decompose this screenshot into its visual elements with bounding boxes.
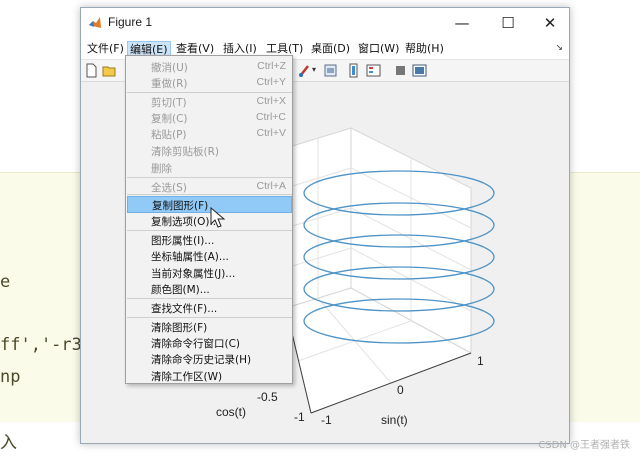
menu-item-figure-properties[interactable]: 图形属性(I)... [127, 232, 292, 248]
legend-icon[interactable] [366, 63, 381, 78]
menu-file[interactable]: 文件(F) [85, 41, 126, 58]
menu-item-label: 复制图形(F) [152, 200, 209, 212]
menu-item-label: 复制(C) [151, 113, 188, 125]
menu-separator [127, 230, 292, 231]
menu-item-label: 清除剪贴板(R) [151, 146, 219, 158]
x-axis-label: cos(t) [216, 405, 246, 419]
menu-item-label: 撤消(U) [151, 62, 188, 74]
code-line: np [0, 367, 21, 387]
new-file-icon[interactable] [84, 63, 99, 78]
dock-arrow-icon[interactable]: ↘ [555, 43, 563, 53]
edit-menu-dropdown: 撤消(U) Ctrl+Z 重做(R) Ctrl+Y 剪切(T) Ctrl+X 复… [125, 55, 293, 384]
menu-separator [127, 298, 292, 299]
menu-item-label: 剪切(T) [151, 97, 187, 109]
minimize-button[interactable]: — [439, 8, 485, 38]
menu-item-shortcut: Ctrl+Z [257, 60, 286, 72]
hide-plot-tools-icon[interactable] [393, 63, 408, 78]
menu-item-clear-command-window[interactable]: 清除命令行窗口(C) [127, 335, 292, 351]
menu-item-cut[interactable]: 剪切(T) Ctrl+X [127, 94, 292, 110]
code-line: ff','-r3 [0, 335, 82, 355]
watermark-text: CSDN @王者强者铁 [538, 440, 630, 451]
menu-item-label: 清除工作区(W) [151, 371, 223, 383]
close-icon: ✕ [543, 14, 557, 32]
y-tick-label: 0 [397, 383, 404, 397]
mouse-pointer-icon [210, 207, 226, 228]
menu-item-label: 全选(S) [151, 182, 187, 194]
menu-item-label: 删除 [151, 163, 172, 175]
menu-item-clear-workspace[interactable]: 清除工作区(W) [127, 368, 292, 384]
menu-item-delete[interactable]: 删除 [127, 160, 292, 176]
menu-separator [127, 317, 292, 318]
y-tick-label: 1 [477, 354, 484, 368]
menu-item-shortcut: Ctrl+X [256, 95, 286, 107]
brush-icon[interactable] [298, 63, 313, 78]
menu-item-shortcut: Ctrl+V [256, 127, 286, 139]
menu-window[interactable]: 窗口(W) [356, 41, 401, 58]
menu-item-shortcut: Ctrl+C [255, 111, 286, 123]
menu-item-copy[interactable]: 复制(C) Ctrl+C [127, 110, 292, 126]
link-plot-icon[interactable] [323, 63, 338, 78]
menu-item-label: 颜色图(M)... [151, 284, 210, 296]
code-line: e [0, 272, 11, 292]
menu-desktop[interactable]: 桌面(D) [309, 41, 352, 58]
menu-item-clear-command-history[interactable]: 清除命令历史记录(H) [127, 351, 292, 367]
show-plot-tools-icon[interactable] [412, 63, 427, 78]
menu-item-label: 坐标轴属性(A)... [151, 251, 229, 263]
menu-item-redo[interactable]: 重做(R) Ctrl+Y [127, 75, 292, 91]
menu-help[interactable]: 帮助(H) [403, 41, 446, 58]
menu-item-label: 图形属性(I)... [151, 235, 215, 247]
menu-item-undo[interactable]: 撤消(U) Ctrl+Z [127, 59, 292, 75]
menu-item-label: 当前对象属性(J)... [151, 268, 236, 280]
maximize-button[interactable]: ☐ [485, 8, 531, 38]
menu-separator [127, 194, 292, 195]
menu-item-label: 粘贴(P) [151, 129, 187, 141]
menu-item-label: 查找文件(F)... [151, 303, 218, 315]
menu-item-label: 清除命令历史记录(H) [151, 354, 252, 366]
menu-separator [127, 92, 292, 93]
menu-item-clear-figure[interactable]: 清除图形(F) [127, 319, 292, 335]
menu-item-shortcut: Ctrl+A [256, 180, 286, 192]
menu-item-label: 清除图形(F) [151, 322, 208, 334]
colorbar-icon[interactable] [347, 63, 362, 78]
menu-item-colormap[interactable]: 颜色图(M)... [127, 281, 292, 297]
menu-item-label: 重做(R) [151, 78, 188, 90]
menu-item-axes-properties[interactable]: 坐标轴属性(A)... [127, 248, 292, 264]
y-axis-label: sin(t) [381, 413, 408, 427]
code-line: 入 [0, 433, 17, 453]
x-tick-label: -0.5 [257, 390, 278, 404]
maximize-icon: ☐ [501, 14, 515, 32]
menu-separator [127, 177, 292, 178]
title-bar[interactable]: Figure 1 — ☐ ✕ [81, 8, 569, 38]
menu-item-select-all[interactable]: 全选(S) Ctrl+A [127, 179, 292, 195]
close-button[interactable]: ✕ [527, 8, 573, 38]
matlab-logo-icon [89, 17, 101, 28]
y-tick-label: -1 [321, 413, 332, 427]
window-title: Figure 1 [108, 15, 153, 29]
x-tick-label: -1 [294, 410, 305, 424]
open-folder-icon[interactable] [102, 63, 117, 78]
menu-item-clear-clipboard[interactable]: 清除剪贴板(R) [127, 143, 292, 159]
minimize-icon: — [454, 14, 470, 32]
menu-item-shortcut: Ctrl+Y [256, 76, 286, 88]
menu-item-find-files[interactable]: 查找文件(F)... [127, 300, 292, 316]
menu-item-paste[interactable]: 粘贴(P) Ctrl+V [127, 126, 292, 142]
menu-item-current-object-properties[interactable]: 当前对象属性(J)... [127, 265, 292, 281]
menu-item-label: 清除命令行窗口(C) [151, 338, 241, 350]
